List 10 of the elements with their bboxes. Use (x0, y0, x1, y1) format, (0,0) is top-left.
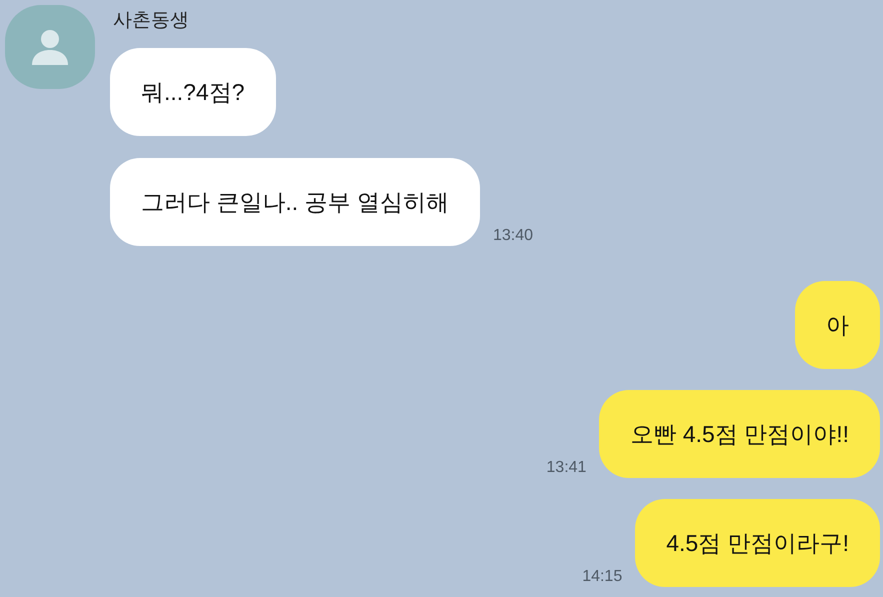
message-bubble: 4.5점 만점이라구! (635, 499, 880, 587)
avatar-icon[interactable] (5, 5, 95, 89)
message-time: 14:15 (582, 569, 622, 587)
message-bubble: 뭐...?4점? (110, 48, 276, 136)
message-bubble: 오빤 4.5점 만점이야!! (599, 390, 880, 478)
message-time: 13:40 (492, 228, 533, 246)
message-time: 13:41 (546, 460, 586, 478)
contact-name: 사촌동생 (113, 9, 190, 33)
message-bubble: 그러다 큰일나.. 공부 열심히해 (110, 158, 480, 246)
message-bubble: 아 (795, 281, 880, 369)
